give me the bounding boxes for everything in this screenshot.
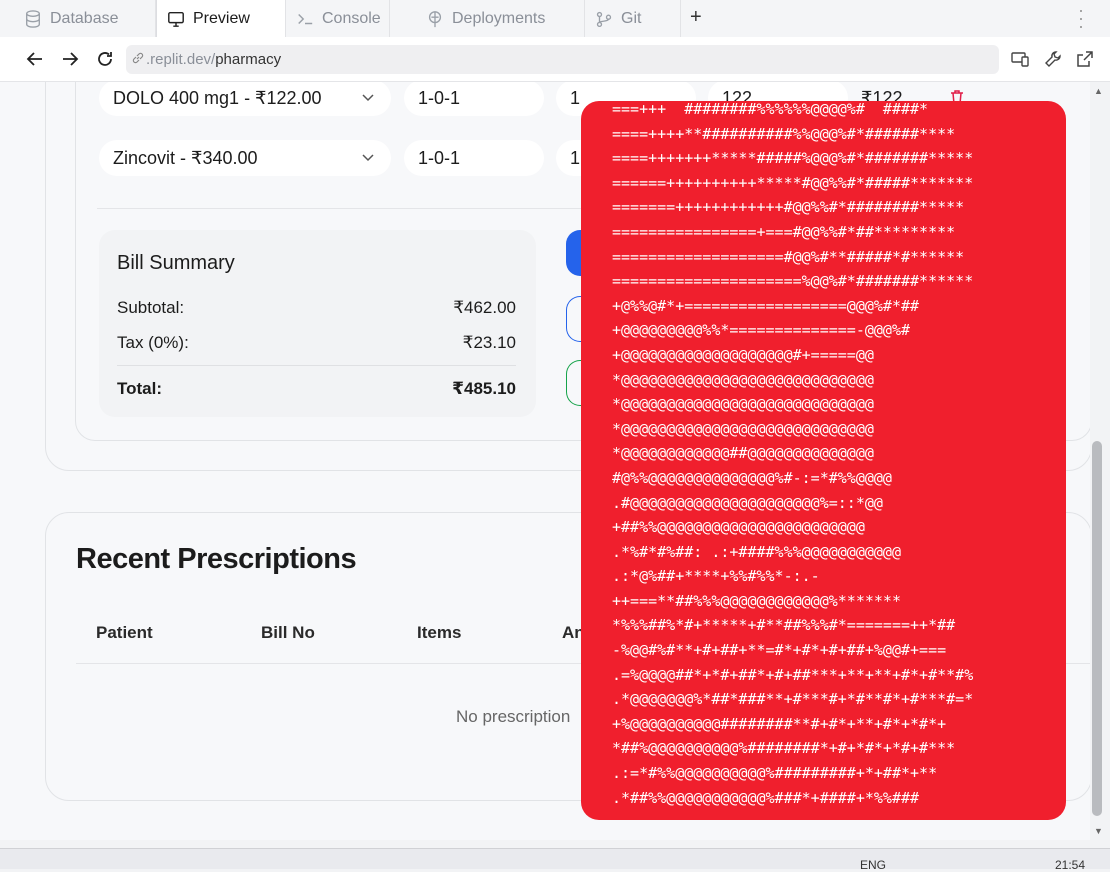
terminal-icon: [298, 13, 313, 24]
divider: [117, 365, 516, 366]
tab-label: Deployments: [452, 9, 546, 27]
quantity-value: 1: [570, 147, 581, 168]
dosage-value: 1-0-1: [418, 147, 461, 168]
tab-label: Database: [50, 9, 119, 27]
language-indicator: ENG: [860, 858, 887, 872]
clock: 21:54: [1055, 858, 1086, 872]
devices-icon[interactable]: [1010, 49, 1030, 69]
scroll-down-icon[interactable]: ▼: [1094, 826, 1103, 836]
external-link-icon[interactable]: [1075, 49, 1095, 69]
tax-row: Tax (0%): ₹23.10: [117, 333, 516, 353]
url-input[interactable]: .replit.dev/pharmacy: [126, 45, 999, 74]
wrench-icon[interactable]: [1043, 49, 1063, 69]
dosage-input[interactable]: 1-0-1: [404, 140, 544, 176]
link-icon: [132, 52, 144, 64]
total-label: Total:: [117, 379, 163, 398]
tax-value: ₹23.10: [462, 333, 516, 352]
subtotal-label: Subtotal:: [117, 298, 185, 317]
tab-label: Console: [322, 9, 381, 27]
medicine-select-value: DOLO 400 mg1 - ₹122.00: [113, 87, 322, 108]
chevron-down-icon: [362, 94, 374, 102]
forward-icon[interactable]: [60, 49, 80, 69]
tab-deployments[interactable]: Deployments: [390, 0, 585, 37]
medicine-select[interactable]: DOLO 400 mg1 - ₹122.00: [99, 82, 391, 116]
dosage-value: 1-0-1: [418, 87, 461, 108]
scroll-up-icon[interactable]: ▲: [1094, 86, 1103, 96]
subtotal-value: ₹462.00: [453, 298, 516, 317]
tab-bar: Database Preview Console Deployments Git…: [0, 0, 1110, 38]
taskbar: ENG 21:54: [0, 848, 1110, 872]
column-header: Patient: [96, 623, 153, 642]
tab-git[interactable]: Git: [585, 0, 681, 37]
total-value: ₹485.10: [452, 379, 516, 398]
url-toolbar: .replit.dev/pharmacy: [0, 37, 1110, 82]
url-path: pharmacy: [215, 51, 282, 68]
subtotal-row: Subtotal: ₹462.00: [117, 298, 516, 318]
bill-summary: Bill Summary Subtotal: ₹462.00 Tax (0%):…: [99, 230, 536, 417]
ascii-art-text: ===+++ ########%%%%%%@@@@%# ####* ====++…: [612, 101, 974, 807]
ascii-art-overlay[interactable]: ===+++ ########%%%%%%@@@@%# ####* ====++…: [581, 101, 1066, 820]
empty-state-text: No prescription: [456, 707, 571, 726]
column-header: Bill No: [261, 623, 315, 642]
url-domain: .replit.dev/: [146, 51, 216, 68]
total-row: Total: ₹485.10: [117, 379, 516, 399]
globe-icon: [428, 10, 442, 27]
tab-preview[interactable]: Preview: [156, 0, 286, 37]
tab-console[interactable]: Console: [286, 0, 390, 37]
medicine-select-value: Zincovit - ₹340.00: [113, 147, 258, 168]
database-icon: [26, 9, 40, 28]
quantity-value: 1: [570, 87, 581, 108]
bill-summary-title: Bill Summary: [117, 252, 235, 274]
tax-label: Tax (0%):: [117, 333, 189, 352]
tab-label: Preview: [193, 9, 250, 27]
more-options-icon[interactable]: · · ·: [1078, 1, 1084, 35]
reload-icon[interactable]: [95, 49, 115, 69]
medicine-select[interactable]: Zincovit - ₹340.00: [99, 140, 391, 176]
back-icon[interactable]: [25, 49, 45, 69]
section-title: Recent Prescriptions: [76, 543, 357, 575]
chevron-down-icon: [362, 154, 374, 162]
tab-database[interactable]: Database: [0, 0, 156, 37]
monitor-icon: [168, 11, 184, 27]
dosage-input[interactable]: 1-0-1: [404, 82, 544, 116]
column-header: Items: [417, 623, 462, 642]
new-tab-button[interactable]: +: [690, 6, 702, 29]
git-icon: [596, 11, 612, 27]
scrollbar-thumb[interactable]: [1092, 441, 1102, 816]
tab-label: Git: [621, 9, 642, 27]
